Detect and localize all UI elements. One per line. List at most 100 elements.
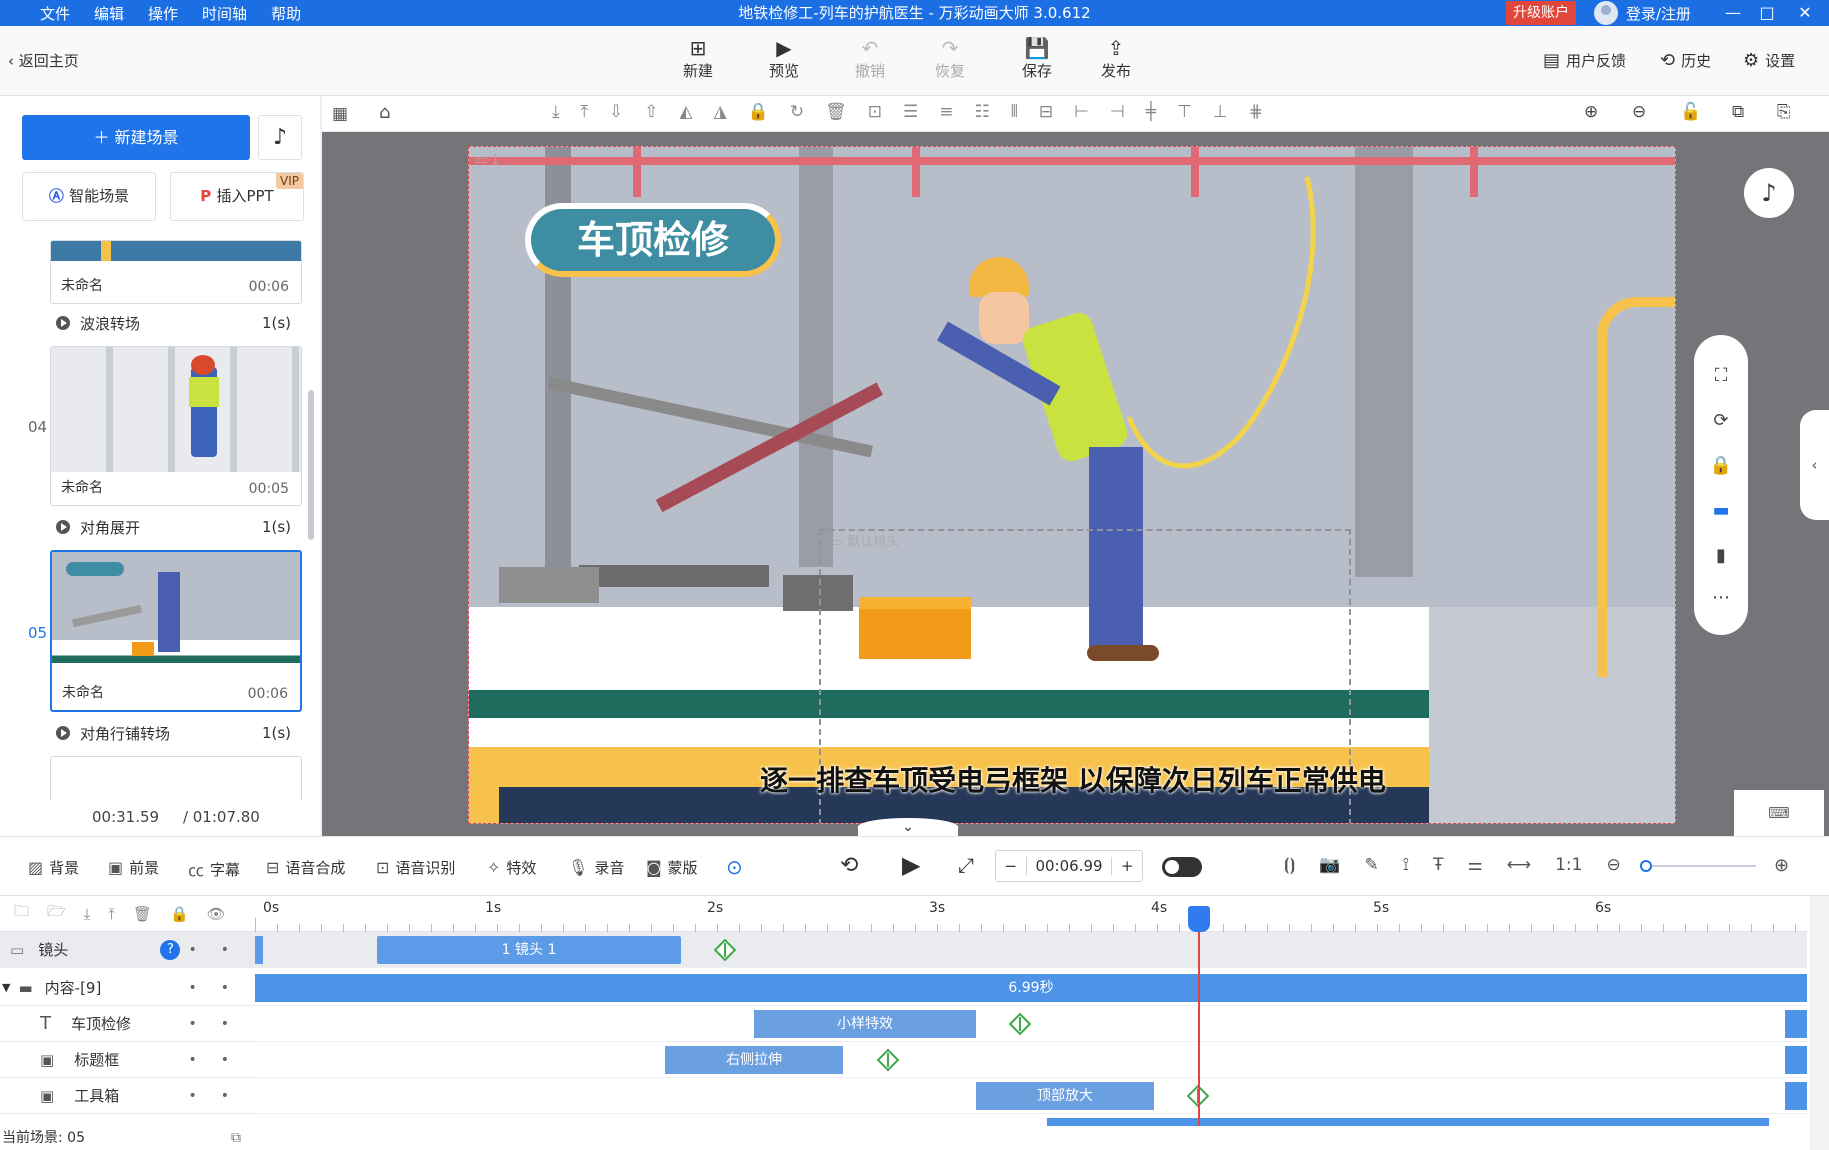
ratio-icon[interactable]: 1:1 <box>1555 855 1582 875</box>
edit-icon[interactable]: ✎ <box>1365 855 1379 875</box>
keyframe-add-icon[interactable] <box>1008 1012 1032 1036</box>
align-l-icon[interactable]: ⊢ <box>1074 102 1089 122</box>
caption-button[interactable]: ㏄字幕 <box>188 857 240 881</box>
screen-icon[interactable]: ⧉ <box>231 1126 241 1150</box>
transition-item[interactable]: 对角展开 1(s) <box>56 514 291 540</box>
rewind-icon[interactable]: ⟲ <box>840 853 858 878</box>
zoom-slider[interactable] <box>1640 860 1756 872</box>
scene-card-selected[interactable]: 未命名 00:06 <box>50 550 302 712</box>
bring-down-icon[interactable]: ⇩ <box>609 102 623 122</box>
middle-icon[interactable]: ⋕ <box>1249 102 1263 122</box>
text-tool-icon[interactable]: Ŧ <box>1433 855 1443 875</box>
play-icon[interactable]: ▶ <box>902 851 920 879</box>
time-stepper[interactable]: −00:06.99 + <box>995 850 1143 882</box>
sliders-icon[interactable]: ⚌ <box>1467 855 1482 875</box>
rotate-icon[interactable]: ⟳ <box>1694 410 1748 431</box>
align-top-icon[interactable]: ⤒ <box>581 102 589 122</box>
add-layer-icon[interactable]: 🗁 <box>47 901 66 926</box>
publish-button[interactable]: ⇪ 发布 <box>1086 36 1146 81</box>
distribute-h-icon[interactable]: ⫴ <box>1011 102 1018 122</box>
copy-icon[interactable]: ⧉ <box>1732 102 1744 122</box>
flip-v-icon[interactable]: ◮ <box>714 102 727 122</box>
foreground-button[interactable]: ▣ 前景 <box>108 857 159 878</box>
mobile-icon[interactable]: ▮ <box>1694 545 1748 566</box>
chevron-down-icon[interactable]: ⌄ <box>858 818 958 836</box>
camera-snap-icon[interactable]: 📷 <box>1319 855 1340 875</box>
scene-scrollbar[interactable] <box>308 390 314 540</box>
rotate-icon[interactable]: ↻ <box>790 102 804 122</box>
bring-up-icon[interactable]: ⇧ <box>644 102 658 122</box>
zoom-out-icon[interactable]: ⊖ <box>1632 102 1646 122</box>
keyframe-add-icon[interactable] <box>713 938 737 962</box>
help-icon[interactable]: ? <box>160 939 181 960</box>
keyboard-icon[interactable]: ⌨ <box>1734 790 1824 836</box>
close-icon[interactable]: ✕ <box>1790 0 1820 26</box>
caret-down-icon[interactable]: ▼ <box>2 981 10 994</box>
title-banner[interactable]: 车顶检修 <box>525 203 781 277</box>
delete-icon[interactable]: 🗑 <box>133 905 152 923</box>
effect-clip[interactable]: 小样特效 <box>754 1010 976 1038</box>
align-r-icon[interactable]: ⊣ <box>1110 102 1125 122</box>
content-clip[interactable]: 6.99秒 <box>255 974 1807 1002</box>
keyframe-add-icon[interactable] <box>876 1048 900 1072</box>
new-scene-button[interactable]: ＋ 新建场景 <box>22 115 250 160</box>
zoom-in-icon[interactable]: ⊕ <box>1584 102 1598 122</box>
center-icon[interactable]: ╪ <box>1146 102 1156 122</box>
layer-row-titlebox[interactable]: ▣ 标题框 • • <box>0 1042 255 1078</box>
mask-button[interactable]: ◙ 蒙版 <box>646 857 698 878</box>
fit-width-icon[interactable]: ⟷ <box>1507 855 1531 875</box>
move-down-icon[interactable]: ⤓ <box>84 905 91 923</box>
transition-item[interactable]: 对角行铺转场 1(s) <box>56 720 291 746</box>
background-button[interactable]: ▨ 背景 <box>28 857 79 878</box>
layer-row-toolbox[interactable]: ▣ 工具箱 • • <box>0 1078 255 1114</box>
desktop-icon[interactable]: ▬ <box>1694 500 1748 521</box>
move-up-icon[interactable]: ⤒ <box>108 905 115 923</box>
scene-card-empty[interactable] <box>50 756 302 800</box>
scene-stage[interactable]: 车顶检修 ▭ 默认镜头 ▭ 1 逐一排查车顶受电弓框架 以保障次日列车正常供电 <box>468 146 1676 824</box>
transition-item[interactable]: 波浪转场 1(s) <box>56 310 291 336</box>
minimize-icon[interactable]: — <box>1718 0 1748 26</box>
more-icon[interactable]: ⋯ <box>1694 587 1748 608</box>
eye-icon[interactable]: 👁 <box>207 905 226 923</box>
subtitle-text[interactable]: 逐一排查车顶受电弓框架 以保障次日列车正常供电 <box>469 759 1675 799</box>
effects-button[interactable]: ✧ 特效 <box>487 857 536 878</box>
new-button[interactable]: ⊞ 新建 <box>668 36 728 81</box>
menu-timeline[interactable]: 时间轴 <box>202 3 247 24</box>
lock-icon[interactable]: 🔒 <box>748 102 769 122</box>
scene-card[interactable]: 未命名 00:05 <box>50 346 302 506</box>
unlock-icon[interactable]: 🔓 <box>1680 102 1701 122</box>
menu-help[interactable]: 帮助 <box>271 3 301 24</box>
insert-ppt-button[interactable]: P 插入PPT VIP <box>170 172 304 221</box>
playhead-handle[interactable] <box>1188 906 1210 932</box>
align-left-icon[interactable]: ☰ <box>903 102 918 122</box>
align-center-icon[interactable]: ≡ <box>939 102 953 122</box>
lock-icon[interactable]: 🔒 <box>1694 455 1748 476</box>
fullscreen-icon[interactable]: ⛶ <box>1694 365 1748 386</box>
layer-row-text[interactable]: T 车顶检修 • • <box>0 1006 255 1042</box>
maximize-icon[interactable]: □ <box>1752 0 1782 26</box>
new-folder-icon[interactable]: 🗀 <box>14 901 29 926</box>
align-right-icon[interactable]: ☷ <box>974 102 989 122</box>
more-circle-icon[interactable]: ⊙ <box>726 855 743 879</box>
save-button[interactable]: 💾 保存 <box>1007 36 1067 81</box>
time-field[interactable]: 00:06.99 <box>1025 857 1113 875</box>
bottom-icon[interactable]: ⊥ <box>1213 102 1228 122</box>
menu-edit[interactable]: 编辑 <box>94 3 124 24</box>
layer-row-camera[interactable]: ▭ 镜头? • • <box>0 932 255 968</box>
undo-button[interactable]: ↶ 撤销 <box>840 36 900 81</box>
scene-card[interactable]: 未命名 00:06 <box>50 240 302 304</box>
effect-clip[interactable]: 右侧拉伸 <box>665 1046 843 1074</box>
zoom-minus-icon[interactable]: ⊖ <box>1606 855 1620 875</box>
upgrade-account-button[interactable]: 升级账户 <box>1506 1 1576 25</box>
distribute-v-icon[interactable]: ⊟ <box>1039 102 1053 122</box>
expand-icon[interactable]: ⤢ <box>958 853 974 877</box>
top-icon[interactable]: ⊤ <box>1177 102 1192 122</box>
speech-recognition-button[interactable]: ⊡ 语音识别 <box>376 857 455 878</box>
music-icon[interactable]: ♪ <box>258 115 302 160</box>
zoom-plus-icon[interactable]: ⊕ <box>1774 855 1789 876</box>
back-home-button[interactable]: ‹ 返回主页 <box>8 50 79 71</box>
tts-button[interactable]: ⊟ 语音合成 <box>266 857 345 878</box>
music-icon[interactable]: ♪ <box>1744 168 1794 218</box>
timeline-scrollbar[interactable] <box>1810 896 1829 1150</box>
split-icon[interactable]: ⟟ <box>1403 855 1409 875</box>
